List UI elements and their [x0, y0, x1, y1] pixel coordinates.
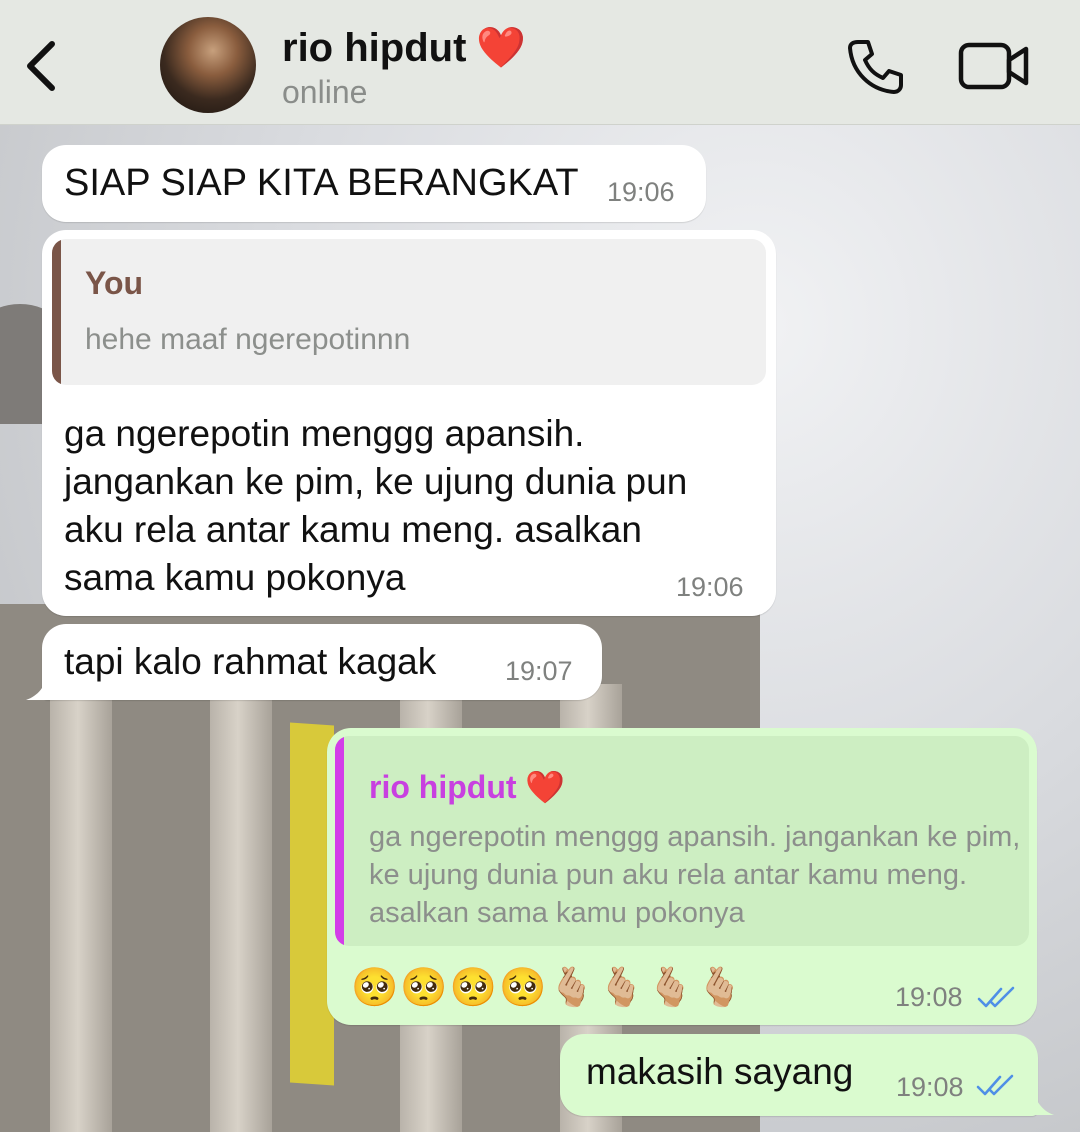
message-bubble-incoming[interactable]: SIAP SIAP KITA BERANGKAT 19:06	[42, 145, 706, 222]
message-text: ga ngerepotin menggg apansih. jangankan …	[64, 413, 688, 598]
quote-text: ga ngerepotin menggg apansih. jangankan …	[369, 821, 1021, 929]
message-text: tapi kalo rahmat kagak	[64, 641, 437, 682]
quote-author: rio hipdut ❤️	[369, 768, 565, 806]
quote-accent-bar	[52, 239, 61, 385]
message-emoji-text: 🥺🥺🥺🥺🫰🏼🫰🏼🫰🏼🫰🏼	[351, 967, 746, 1009]
bubble-tail-outgoing	[1022, 1084, 1054, 1115]
wallpaper-column	[50, 684, 112, 1132]
message-text: makasih sayang	[586, 1051, 854, 1092]
message-bubble-outgoing[interactable]: makasih sayang 19:08	[560, 1034, 1038, 1116]
quote-text: hehe maaf ngerepotinnn	[85, 323, 411, 356]
video-camera-icon[interactable]	[958, 40, 1030, 92]
contact-name[interactable]: rio hipdut ❤️	[282, 24, 526, 71]
message-time: 19:06	[676, 572, 744, 602]
message-bubble-outgoing-reply[interactable]: rio hipdut ❤️ ga ngerepotin menggg apans…	[327, 728, 1037, 1025]
quote-author-text: rio hipdut	[369, 769, 517, 805]
contact-status: online	[282, 74, 368, 110]
message-time: 19:07	[505, 656, 573, 686]
message-time: 19:08	[895, 982, 963, 1012]
message-time: 19:08	[896, 1072, 964, 1102]
quoted-message[interactable]: You hehe maaf ngerepotinnn	[52, 239, 766, 385]
heart-icon: ❤️	[525, 769, 566, 805]
quote-author: You	[85, 265, 144, 301]
wallpaper-column	[210, 684, 272, 1132]
message-bubble-incoming[interactable]: tapi kalo rahmat kagak 19:07	[42, 624, 602, 700]
message-text: SIAP SIAP KITA BERANGKAT	[64, 162, 579, 204]
heart-icon: ❤️	[476, 26, 527, 70]
chat-header: rio hipdut ❤️ online	[0, 0, 1080, 125]
contact-name-text: rio hipdut	[282, 26, 467, 70]
phone-icon[interactable]	[846, 38, 904, 96]
avatar[interactable]	[160, 17, 256, 113]
double-check-icon	[976, 1074, 1014, 1096]
message-bubble-incoming-reply[interactable]: You hehe maaf ngerepotinnn ga ngerepotin…	[42, 230, 776, 616]
message-time: 19:06	[607, 177, 675, 207]
chevron-left-icon[interactable]	[22, 38, 62, 94]
bubble-tail-incoming	[26, 672, 58, 700]
quote-accent-bar	[335, 736, 344, 946]
double-check-icon	[977, 986, 1015, 1008]
quoted-message[interactable]: rio hipdut ❤️ ga ngerepotin menggg apans…	[335, 736, 1029, 946]
